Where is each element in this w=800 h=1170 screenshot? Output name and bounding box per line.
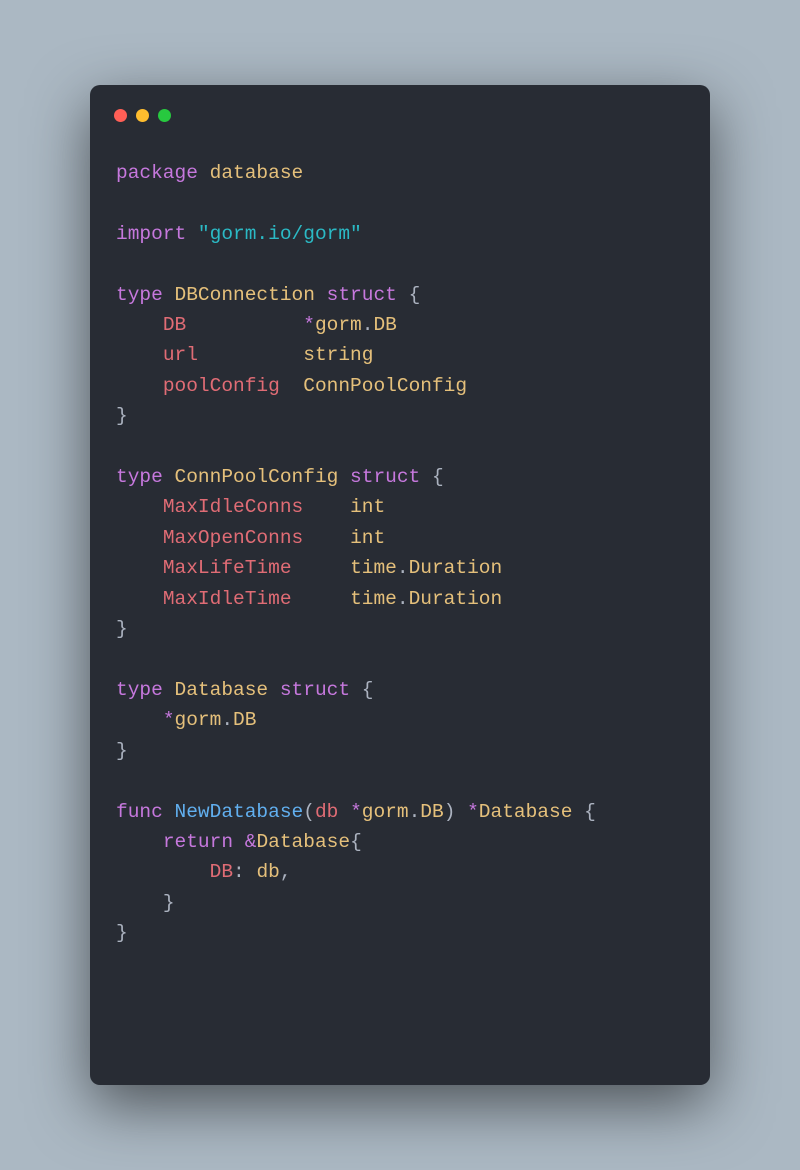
ampersand: & — [245, 831, 257, 853]
window-titlebar — [110, 107, 690, 122]
pkg-time: time — [350, 588, 397, 610]
type-connpoolconfig-ref: ConnPoolConfig — [303, 375, 467, 397]
pkg-gorm: gorm — [362, 801, 409, 823]
pointer-star: * — [350, 801, 362, 823]
keyword-package: package — [116, 162, 198, 184]
type-connpoolconfig: ConnPoolConfig — [175, 466, 339, 488]
colon: : — [233, 861, 245, 883]
field-db: DB — [163, 314, 186, 336]
code-window: package database import "gorm.io/gorm" t… — [90, 85, 710, 1085]
field-poolconfig: poolConfig — [163, 375, 280, 397]
traffic-light-minimize-icon[interactable] — [136, 109, 149, 122]
brace-open: { — [584, 801, 596, 823]
type-int: int — [350, 496, 385, 518]
brace-open: { — [409, 284, 421, 306]
type-database-ret: Database — [479, 801, 573, 823]
dot: . — [409, 801, 421, 823]
keyword-struct: struct — [327, 284, 397, 306]
keyword-struct: struct — [280, 679, 350, 701]
type-string: string — [303, 344, 373, 366]
dot: . — [221, 709, 233, 731]
field-maxidleconns: MaxIdleConns — [163, 496, 303, 518]
pkg-gorm: gorm — [175, 709, 222, 731]
pkg-gorm: gorm — [315, 314, 362, 336]
pkg-time: time — [350, 557, 397, 579]
keyword-struct: struct — [350, 466, 420, 488]
pointer-star: * — [163, 709, 175, 731]
code-block: package database import "gorm.io/gorm" t… — [110, 158, 690, 949]
param-db: db — [315, 801, 338, 823]
field-maxopenconns: MaxOpenConns — [163, 527, 303, 549]
field-maxlifetime: MaxLifeTime — [163, 557, 292, 579]
brace-open: { — [362, 679, 374, 701]
func-newdatabase: NewDatabase — [175, 801, 304, 823]
var-db: db — [256, 861, 279, 883]
keyword-import: import — [116, 223, 186, 245]
import-path: "gorm.io/gorm" — [198, 223, 362, 245]
brace-close: } — [116, 618, 128, 640]
field-url: url — [163, 344, 198, 366]
brace-close: } — [116, 740, 128, 762]
brace-close: } — [116, 405, 128, 427]
keyword-type: type — [116, 679, 163, 701]
brace-close: } — [163, 892, 175, 914]
brace-open: { — [350, 831, 362, 853]
keyword-func: func — [116, 801, 163, 823]
keyword-type: type — [116, 466, 163, 488]
traffic-light-close-icon[interactable] — [114, 109, 127, 122]
type-db: DB — [420, 801, 443, 823]
type-db: DB — [233, 709, 256, 731]
keyword-return: return — [163, 831, 233, 853]
pointer-star: * — [303, 314, 315, 336]
dot: . — [397, 557, 409, 579]
pointer-star: * — [467, 801, 479, 823]
type-duration: Duration — [409, 588, 503, 610]
paren-open: ( — [303, 801, 315, 823]
type-dbconnection: DBConnection — [175, 284, 315, 306]
paren-close: ) — [444, 801, 456, 823]
traffic-light-zoom-icon[interactable] — [158, 109, 171, 122]
dot: . — [362, 314, 374, 336]
field-maxidletime: MaxIdleTime — [163, 588, 292, 610]
brace-close: } — [116, 922, 128, 944]
dot: . — [397, 588, 409, 610]
type-duration: Duration — [409, 557, 503, 579]
comma: , — [280, 861, 292, 883]
package-name: database — [210, 162, 304, 184]
keyword-type: type — [116, 284, 163, 306]
type-db: DB — [373, 314, 396, 336]
type-database: Database — [175, 679, 269, 701]
type-database-lit: Database — [256, 831, 350, 853]
field-db-assign: DB — [210, 861, 233, 883]
type-int: int — [350, 527, 385, 549]
brace-open: { — [432, 466, 444, 488]
